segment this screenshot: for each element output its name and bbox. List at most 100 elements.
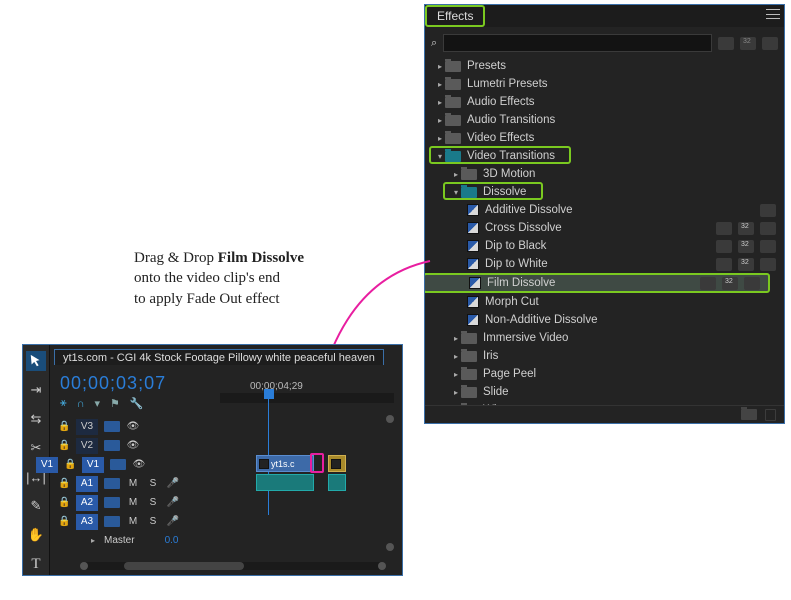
solo-button[interactable]: S	[146, 478, 160, 489]
tree-slide[interactable]: Slide	[425, 383, 784, 401]
eye-icon[interactable]: 👁	[132, 459, 146, 470]
track-header-v1[interactable]: V1	[82, 457, 104, 473]
trash-icon[interactable]	[765, 409, 776, 421]
lock-icon[interactable]: 🔒	[58, 516, 70, 528]
effects-tree: Presets Lumetri Presets Audio Effects Au…	[425, 57, 784, 405]
wrench-icon[interactable]: 🔧	[130, 397, 144, 410]
playhead-handle[interactable]	[264, 389, 274, 399]
lock-icon[interactable]: 🔒	[58, 478, 70, 490]
item-film-dissolve[interactable]: Film Dissolve	[425, 273, 770, 293]
audio-clip[interactable]	[256, 474, 314, 491]
toggle-output-icon[interactable]	[104, 516, 120, 527]
solo-button[interactable]: S	[146, 497, 160, 508]
type-tool[interactable]: T	[26, 554, 46, 574]
zoom-handle-right[interactable]	[378, 562, 386, 570]
tree-3d-motion[interactable]: 3D Motion	[425, 165, 784, 183]
accel-badge-icon[interactable]	[718, 37, 734, 50]
toggle-output-icon[interactable]	[104, 478, 120, 489]
marker-icon[interactable]: ▾	[95, 397, 101, 410]
yuv-badge-icon	[744, 277, 760, 290]
voiceover-icon[interactable]: 🎤	[166, 497, 180, 508]
effect-icon	[469, 277, 481, 289]
lock-icon[interactable]: 🔒	[58, 421, 70, 433]
tree-iris[interactable]: Iris	[425, 347, 784, 365]
track-v3[interactable]: 🔒 V3 👁	[58, 417, 378, 436]
snap-icon[interactable]: ⚹	[60, 397, 67, 410]
track-header-a1[interactable]: A1	[76, 476, 98, 492]
tree-page-peel[interactable]: Page Peel	[425, 365, 784, 383]
ripple-edit-tool[interactable]: ⇆	[26, 409, 46, 429]
pen-tool[interactable]: ✎	[26, 496, 46, 516]
lock-icon[interactable]: 🔒	[58, 497, 70, 509]
tree-lumetri[interactable]: Lumetri Presets	[425, 75, 784, 93]
item-cross-dissolve[interactable]: Cross Dissolve	[425, 219, 784, 237]
tree-video-effects[interactable]: Video Effects	[425, 129, 784, 147]
transition-clip[interactable]	[328, 455, 346, 472]
zoom-handle-left[interactable]	[80, 562, 88, 570]
hand-tool[interactable]: ✋	[26, 525, 46, 545]
effects-search-input[interactable]	[443, 34, 712, 52]
annotation-line: onto the video clip's end	[134, 270, 280, 286]
lock-icon[interactable]: 🔒	[64, 459, 76, 471]
track-v2[interactable]: 🔒 V2 👁	[58, 436, 378, 455]
track-a3[interactable]: 🔒 A3 M S 🎤	[58, 512, 378, 531]
playhead-timecode[interactable]: 00;00;03;07	[60, 373, 166, 394]
razor-tool[interactable]: ✂	[26, 438, 46, 458]
new-bin-icon[interactable]	[741, 409, 757, 420]
mute-button[interactable]: M	[126, 478, 140, 489]
item-non-additive-dissolve[interactable]: Non-Additive Dissolve	[425, 311, 784, 329]
tree-dissolve[interactable]: Dissolve	[425, 183, 784, 201]
item-dip-to-white[interactable]: Dip to White	[425, 255, 784, 273]
tree-presets[interactable]: Presets	[425, 57, 784, 75]
time-ruler[interactable]	[220, 393, 394, 403]
audio-clip[interactable]	[328, 474, 346, 491]
solo-button[interactable]: S	[146, 516, 160, 527]
zoom-thumb[interactable]	[124, 562, 244, 570]
scroll-handle[interactable]	[386, 543, 394, 551]
tree-audio-transitions[interactable]: Audio Transitions	[425, 111, 784, 129]
track-header-a2[interactable]: A2	[76, 495, 98, 511]
tree-label: Film Dissolve	[487, 277, 555, 289]
source-patch-v1[interactable]: V1	[36, 457, 58, 473]
linked-selection-icon[interactable]: ∩	[77, 398, 85, 410]
scroll-handle[interactable]	[386, 415, 394, 423]
track-select-tool[interactable]: ⇥	[26, 380, 46, 400]
tree-video-transitions[interactable]: Video Transitions	[425, 147, 784, 165]
item-morph-cut[interactable]: Morph Cut	[425, 293, 784, 311]
tree-label: Dip to White	[485, 258, 548, 270]
toggle-output-icon[interactable]	[104, 497, 120, 508]
voiceover-icon[interactable]: 🎤	[166, 516, 180, 527]
track-master[interactable]: Master 0.0	[58, 531, 378, 550]
horizontal-zoom-bar[interactable]	[84, 562, 382, 570]
panel-menu-icon[interactable]	[766, 9, 780, 19]
toggle-output-icon[interactable]	[110, 459, 126, 470]
toggle-output-icon[interactable]	[104, 421, 120, 432]
effects-footer	[425, 405, 784, 423]
item-additive-dissolve[interactable]: Additive Dissolve	[425, 201, 784, 219]
selection-tool[interactable]	[26, 351, 46, 371]
32bit-badge-icon[interactable]	[740, 37, 756, 50]
mute-button[interactable]: M	[126, 516, 140, 527]
voiceover-icon[interactable]: 🎤	[166, 478, 180, 489]
vertical-scrollbar[interactable]	[386, 415, 396, 555]
eye-icon[interactable]: 👁	[126, 440, 140, 451]
tab-effects[interactable]: Effects	[425, 5, 485, 27]
tree-audio-effects[interactable]: Audio Effects	[425, 93, 784, 111]
video-clip[interactable]: yt1s.c	[256, 455, 314, 472]
item-dip-to-black[interactable]: Dip to Black	[425, 237, 784, 255]
track-v1[interactable]: V1 🔒 V1 👁 yt1s.c	[58, 455, 378, 474]
track-header-a3[interactable]: A3	[76, 514, 98, 530]
eye-icon[interactable]: 👁	[126, 421, 140, 432]
settings-icon[interactable]: ⚑	[110, 397, 120, 410]
track-header-v2[interactable]: V2	[76, 438, 98, 454]
master-value[interactable]: 0.0	[165, 535, 179, 546]
track-a2[interactable]: 🔒 A2 M S 🎤	[58, 493, 378, 512]
track-header-v3[interactable]: V3	[76, 419, 98, 435]
toggle-output-icon[interactable]	[104, 440, 120, 451]
sequence-tab[interactable]: yt1s.com - CGI 4k Stock Footage Pillowy …	[54, 349, 384, 365]
track-a1[interactable]: 🔒 A1 M S 🎤	[58, 474, 378, 493]
lock-icon[interactable]: 🔒	[58, 440, 70, 452]
mute-button[interactable]: M	[126, 497, 140, 508]
yuv-badge-icon[interactable]	[762, 37, 778, 50]
tree-immersive-video[interactable]: Immersive Video	[425, 329, 784, 347]
